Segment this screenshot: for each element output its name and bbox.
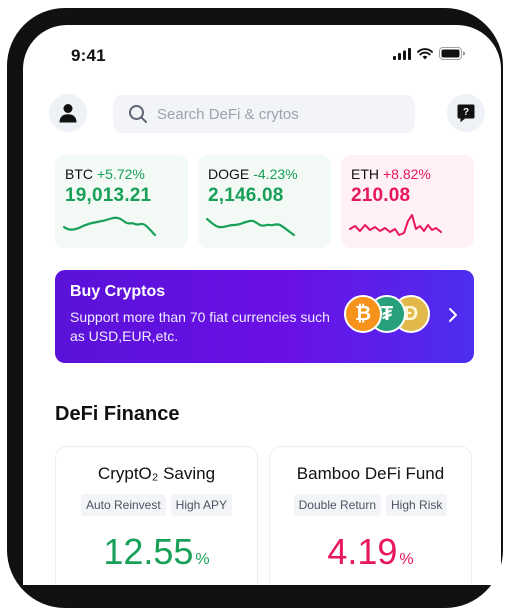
ticker-price: 2,146.08 (208, 185, 284, 206)
fund-rate-value: 4.19 (327, 531, 398, 572)
fund-tags: Double Return High Risk (270, 494, 471, 516)
phone-frame: 9:41 Search DeFi & crytos ? BTC +5.72% 1… (7, 8, 503, 608)
ticker-change: +5.72% (97, 166, 145, 182)
ticker-price: 19,013.21 (65, 185, 152, 206)
fund-card-crypto2-saving[interactable]: CryptO₂ Saving Auto Reinvest High APY 12… (55, 446, 258, 585)
ticker-price: 210.08 (351, 185, 411, 206)
fund-name: Bamboo DeFi Fund (296, 464, 445, 483)
fund-rate-value: 12.55 (103, 531, 194, 572)
svg-text:?: ? (463, 107, 469, 118)
status-icons (393, 47, 465, 60)
chevron-right-icon (449, 308, 457, 322)
battery-icon (439, 47, 465, 60)
messages-button[interactable]: ? (447, 94, 485, 132)
sparkline-chart (349, 214, 442, 236)
fund-tag: High Risk (386, 494, 448, 516)
wifi-icon (417, 47, 433, 59)
ticker-change: -4.23% (253, 166, 298, 182)
status-time: 9:41 (71, 46, 106, 65)
app-screen: 9:41 Search DeFi & crytos ? BTC +5.72% 1… (23, 25, 501, 585)
bitcoin-icon: ₿ (344, 295, 382, 333)
fund-card-bamboo-defi[interactable]: Bamboo DeFi Fund Double Return High Risk… (269, 446, 472, 585)
fund-rate-unit: % (399, 551, 414, 568)
sparkline-chart (63, 216, 157, 237)
banner-subtitle: Support more than 70 fiat currencies suc… (70, 309, 330, 344)
ticker-card-btc[interactable]: BTC +5.72% 19,013.21 (55, 155, 188, 248)
fund-tags: Auto Reinvest High APY (56, 494, 257, 516)
fund-tag: Double Return (293, 494, 382, 516)
ticker-symbol: BTC (65, 166, 93, 182)
fund-tag: High APY (170, 494, 233, 516)
fund-rate: 4.19% (270, 531, 471, 573)
section-title: DeFi Finance (55, 403, 180, 425)
ticker-symbol: DOGE (208, 166, 250, 182)
search-bar[interactable] (113, 95, 415, 133)
ticker-card-eth[interactable]: ETH +8.82% 210.08 (341, 155, 474, 248)
banner-title: Buy Cryptos (70, 283, 166, 300)
coin-stack: ₿ ₮ Ð (344, 295, 434, 335)
fund-tag: Auto Reinvest (80, 494, 166, 516)
chat-question-icon: ? (457, 104, 475, 122)
ticker-change: +8.82% (383, 166, 431, 182)
user-icon (59, 104, 77, 123)
ticker-symbol: ETH (351, 166, 379, 182)
fund-name: CryptO₂ Saving (97, 464, 216, 483)
fund-rate-unit: % (195, 551, 210, 568)
cellular-signal-icon (393, 47, 411, 60)
profile-button[interactable] (49, 94, 87, 132)
ticker-card-doge[interactable]: DOGE -4.23% 2,146.08 (198, 155, 331, 248)
sparkline-chart (206, 217, 296, 237)
search-input[interactable] (157, 105, 397, 123)
fund-rate: 12.55% (56, 531, 257, 573)
buy-cryptos-banner[interactable]: Buy Cryptos Support more than 70 fiat cu… (55, 270, 474, 363)
search-icon (127, 103, 149, 125)
